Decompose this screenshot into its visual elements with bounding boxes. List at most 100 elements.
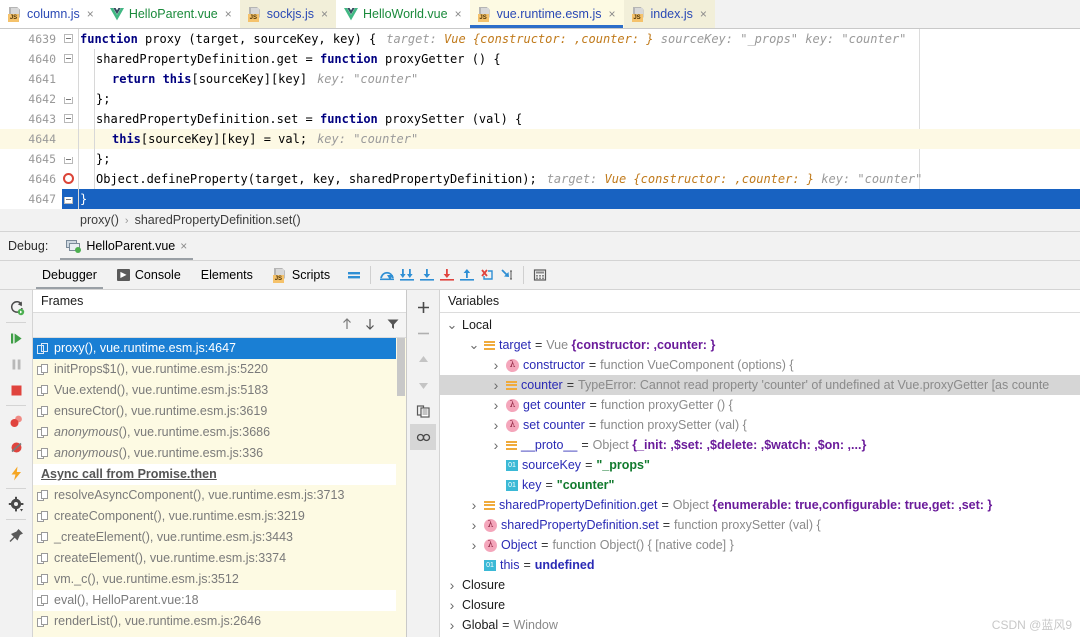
editor-tab-helloparent-vue[interactable]: HelloParent.vue × <box>101 0 240 28</box>
frames-scrollbar[interactable] <box>396 338 406 637</box>
fold-marker[interactable] <box>64 54 73 63</box>
up-arrow-icon[interactable] <box>410 346 436 372</box>
run-to-cursor-icon[interactable] <box>497 265 517 285</box>
mute-breakpoints-icon[interactable] <box>3 434 29 460</box>
frame-item[interactable]: anonymous(), vue.runtime.esm.js:336 <box>33 443 406 464</box>
add-watch-icon[interactable] <box>410 294 436 320</box>
frame-item[interactable]: createComponent(), vue.runtime.esm.js:32… <box>33 506 406 527</box>
stop-icon[interactable] <box>3 377 29 403</box>
code-editor[interactable]: 4639 function proxy (target, sourceKey, k… <box>0 29 1080 209</box>
editor-tab-index-js[interactable]: JS index.js × <box>623 0 715 28</box>
tab-debugger[interactable]: Debugger <box>32 262 107 289</box>
variable-row[interactable]: › __proto__ = Object {_init: ,$set: ,$del… <box>440 435 1080 455</box>
frame-item[interactable]: Vue.extend(), vue.runtime.esm.js:5183 <box>33 380 406 401</box>
chevron-right-icon[interactable]: › <box>446 595 458 615</box>
fold-marker[interactable] <box>64 157 73 164</box>
pause-program-icon[interactable] <box>3 351 29 377</box>
frame-item[interactable]: proxy(), vue.runtime.esm.js:4647 <box>33 338 406 359</box>
chevron-right-icon[interactable]: › <box>468 535 480 555</box>
chevron-right-icon[interactable]: › <box>490 435 502 455</box>
breadcrumb[interactable]: proxy() › sharedPropertyDefinition.set() <box>0 209 1080 232</box>
editor-tab-helloworld-vue[interactable]: HelloWorld.vue × <box>336 0 470 28</box>
chevron-down-icon[interactable]: ⌄ <box>468 338 480 351</box>
inspect-icon[interactable] <box>410 424 436 450</box>
frame-item[interactable]: resolveAsyncComponent(), vue.runtime.esm… <box>33 485 406 506</box>
frame-item[interactable]: ensureCtor(), vue.runtime.esm.js:3619 <box>33 401 406 422</box>
variable-row[interactable]: › λ sharedPropertyDefinition.set = functio… <box>440 515 1080 535</box>
chevron-right-icon[interactable]: › <box>490 395 502 415</box>
close-icon[interactable]: × <box>225 8 232 20</box>
settings-icon[interactable] <box>3 491 29 517</box>
fold-gutter[interactable] <box>62 109 78 129</box>
close-icon[interactable]: × <box>608 8 615 20</box>
variable-row[interactable]: › λ constructor = function VueComponent (o… <box>440 355 1080 375</box>
remove-watch-icon[interactable] <box>410 320 436 346</box>
close-icon[interactable]: × <box>455 8 462 20</box>
fold-gutter[interactable] <box>62 49 78 69</box>
chevron-right-icon[interactable]: › <box>468 515 480 535</box>
variable-row[interactable]: ⌄ target = Vue {constructor: ,counter: } <box>440 335 1080 355</box>
lightning-icon[interactable] <box>3 460 29 486</box>
copy-value-icon[interactable] <box>410 398 436 424</box>
fold-gutter[interactable] <box>62 89 78 109</box>
breadcrumb-item[interactable]: sharedPropertyDefinition.set() <box>135 213 301 227</box>
fold-marker[interactable] <box>64 114 73 123</box>
frame-item[interactable]: renderList(), vue.runtime.esm.js:2646 <box>33 611 406 632</box>
close-icon[interactable]: × <box>700 8 707 20</box>
variable-row[interactable]: › Global = Window <box>440 615 1080 635</box>
chevron-right-icon[interactable]: › <box>446 575 458 595</box>
tab-elements[interactable]: Elements <box>191 262 263 289</box>
variable-row[interactable]: 01 key = "counter" <box>440 475 1080 495</box>
chevron-down-icon[interactable]: ⌄ <box>446 318 458 331</box>
force-step-over-icon[interactable] <box>397 265 417 285</box>
variable-row[interactable]: › λ Object = function Object() { [native c… <box>440 535 1080 555</box>
variable-row[interactable]: › λ get counter = function proxyGetter () … <box>440 395 1080 415</box>
variable-row[interactable]: 01 sourceKey = "_props" <box>440 455 1080 475</box>
breakpoint-icon[interactable] <box>63 173 74 184</box>
force-step-into-icon[interactable] <box>437 265 457 285</box>
editor-tab-column-js[interactable]: JS column.js × <box>0 0 102 28</box>
down-arrow-icon[interactable] <box>363 317 377 334</box>
fold-gutter[interactable] <box>62 29 78 49</box>
variable-row[interactable]: 01 this = undefined <box>440 555 1080 575</box>
variable-row[interactable]: › Closure <box>440 575 1080 595</box>
chevron-right-icon[interactable]: › <box>490 415 502 435</box>
fold-marker[interactable] <box>64 197 73 204</box>
chevron-right-icon[interactable]: › <box>446 615 458 635</box>
frame-item[interactable]: createElement(), vue.runtime.esm.js:3374 <box>33 548 406 569</box>
fold-marker[interactable] <box>64 34 73 43</box>
filter-icon[interactable] <box>386 317 400 334</box>
up-arrow-icon[interactable] <box>340 317 354 334</box>
close-icon[interactable]: × <box>87 8 94 20</box>
fold-marker[interactable] <box>64 97 73 104</box>
fold-gutter[interactable] <box>62 149 78 169</box>
fold-gutter[interactable] <box>62 169 78 189</box>
chevron-right-icon[interactable]: › <box>468 495 480 515</box>
step-out-icon[interactable] <box>457 265 477 285</box>
fold-gutter[interactable] <box>62 69 78 89</box>
frame-item[interactable]: vm._c(), vue.runtime.esm.js:3512 <box>33 569 406 590</box>
variable-row[interactable]: › counter = TypeError: Cannot read proper… <box>440 375 1080 395</box>
pin-tab-icon[interactable] <box>3 522 29 548</box>
tab-scripts[interactable]: JS Scripts <box>263 262 340 289</box>
frame-item[interactable]: anonymous(), vue.runtime.esm.js:3686 <box>33 422 406 443</box>
down-arrow-icon[interactable] <box>410 372 436 398</box>
close-icon[interactable]: × <box>321 8 328 20</box>
breadcrumb-item[interactable]: proxy() <box>80 213 119 227</box>
frame-item[interactable]: initProps$1(), vue.runtime.esm.js:5220 <box>33 359 406 380</box>
frame-item[interactable]: eval(), HelloParent.vue:18 <box>33 590 406 611</box>
fold-gutter[interactable] <box>62 189 78 209</box>
variable-row[interactable]: › λ set counter = function proxySetter (va… <box>440 415 1080 435</box>
editor-tab-sockjs-js[interactable]: JS sockjs.js × <box>239 0 337 28</box>
step-into-icon[interactable] <box>417 265 437 285</box>
close-icon[interactable]: × <box>180 239 187 253</box>
evaluate-expression-icon[interactable] <box>530 265 550 285</box>
rerun-icon[interactable] <box>3 294 29 320</box>
step-over-icon[interactable] <box>377 265 397 285</box>
variables-tree[interactable]: ⌄ Local ⌄ target = Vue {constructor: ,count… <box>440 313 1080 637</box>
variable-row[interactable]: › Closure <box>440 595 1080 615</box>
fold-gutter[interactable] <box>62 129 78 149</box>
chevron-right-icon[interactable]: › <box>490 375 502 395</box>
variable-row[interactable]: ⌄ Local <box>440 315 1080 335</box>
view-breakpoints-icon[interactable] <box>3 408 29 434</box>
